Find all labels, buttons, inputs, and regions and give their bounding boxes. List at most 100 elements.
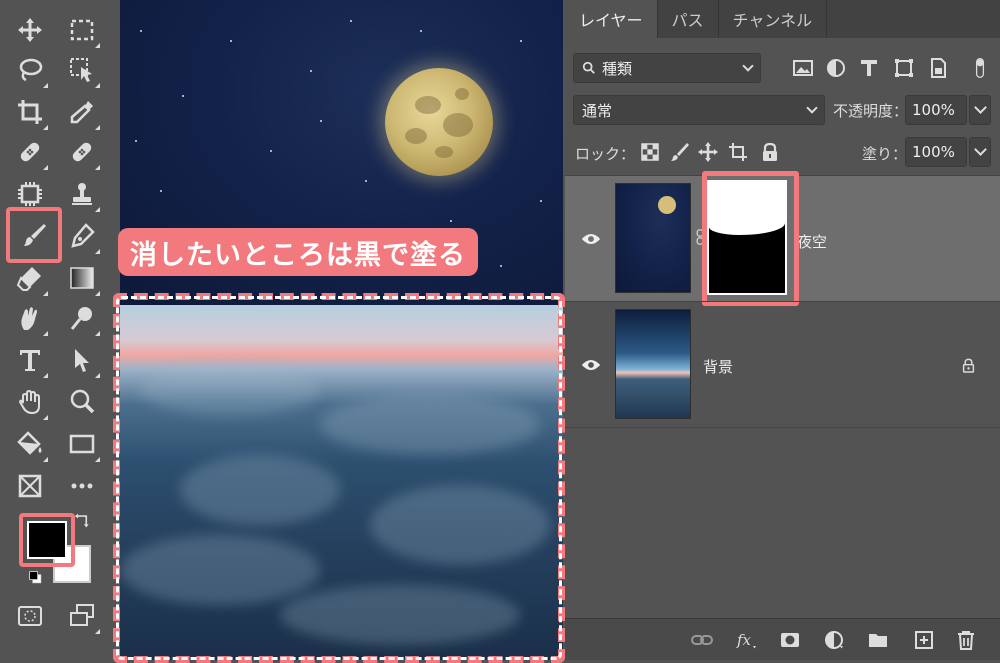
visibility-eye-icon[interactable] (579, 227, 603, 251)
type-tool[interactable] (10, 340, 50, 380)
lock-transparent-button[interactable] (637, 139, 663, 165)
spot-healing-tool[interactable] (10, 132, 50, 172)
gradient-tool[interactable] (62, 258, 102, 298)
default-colors[interactable] (26, 568, 46, 588)
layer-list-end (565, 427, 1000, 428)
layer-row-background[interactable]: 背景 (565, 301, 1000, 427)
link-layers-button[interactable] (689, 627, 715, 653)
new-layer-button[interactable] (911, 627, 937, 653)
filter-shape-button[interactable] (891, 55, 917, 81)
move-icon (18, 18, 42, 42)
layer-style-button[interactable]: fx (733, 627, 759, 653)
panel-tabs: レイヤー パス チャンネル (565, 0, 1000, 38)
rectangle-icon (69, 434, 95, 454)
stamp-tool[interactable] (62, 174, 102, 214)
default-colors-icon (29, 571, 42, 584)
smudge-icon (21, 307, 37, 330)
fill-input[interactable]: 100% (905, 137, 967, 167)
opacity-value: 100% (912, 101, 955, 119)
layer-filter-select[interactable]: 種類 (573, 53, 761, 83)
layer-lock-icon (962, 358, 975, 373)
more-tools[interactable] (62, 466, 102, 506)
smart-object-icon (931, 58, 946, 78)
crop-icon (18, 100, 42, 124)
type-icon-small (861, 60, 877, 76)
search-icon (582, 61, 595, 74)
smudge-tool[interactable] (10, 298, 50, 338)
stamp-icon (72, 183, 92, 205)
quick-mask-mode[interactable] (10, 596, 50, 636)
layer-thumbnail-background[interactable] (615, 309, 691, 419)
eraser-tool[interactable] (10, 258, 50, 298)
layer-thumbnail-night-sky[interactable] (615, 183, 691, 293)
folder-icon (869, 634, 887, 647)
object-select-icon (70, 58, 92, 82)
lock-icon (763, 142, 777, 161)
layer-mask-highlight (702, 171, 799, 306)
object-select-tool[interactable] (62, 50, 102, 90)
opacity-input[interactable]: 100% (905, 95, 967, 125)
pen-tool[interactable] (62, 216, 102, 256)
layer-name[interactable]: 夜空 (797, 231, 827, 252)
filter-adjustment-button[interactable] (823, 55, 849, 81)
fx-icon: fx (736, 631, 756, 649)
marquee-tool[interactable] (62, 10, 102, 50)
lock-pixels-button[interactable] (666, 139, 692, 165)
blend-mode-select[interactable]: 通常 (573, 95, 825, 125)
eyedropper-tool[interactable] (62, 92, 102, 132)
half-circle-icon (827, 59, 845, 77)
link-icon (691, 635, 713, 645)
tab-channels[interactable]: チャンネル (719, 0, 828, 38)
rectangle-tool[interactable] (62, 424, 102, 464)
swap-arrow-icon (74, 513, 89, 528)
tools-panel (0, 0, 112, 660)
plus-square-icon (915, 631, 933, 649)
adjustment-icon (825, 631, 843, 649)
bandage-icon (20, 142, 40, 162)
dodge-icon (70, 307, 92, 330)
add-mask-button[interactable] (777, 627, 803, 653)
screen-mode[interactable] (62, 596, 102, 636)
paint-bucket-tool[interactable] (10, 424, 50, 464)
quick-mask-icon (18, 606, 42, 626)
crop-tool[interactable] (10, 92, 50, 132)
lock-artboard-button[interactable] (725, 139, 751, 165)
brush-icon-small (671, 143, 689, 161)
path-select-tool[interactable] (62, 340, 102, 380)
fill-dropdown[interactable] (969, 137, 991, 167)
frame-tool[interactable] (10, 466, 50, 506)
delete-layer-button[interactable] (953, 627, 979, 653)
filter-toggle[interactable] (970, 55, 990, 81)
opacity-dropdown[interactable] (969, 95, 991, 125)
zoom-tool[interactable] (62, 382, 102, 422)
image-icon (793, 60, 813, 76)
paint-bucket-icon (17, 431, 42, 455)
layer-name[interactable]: 背景 (703, 356, 733, 377)
gradient-icon (70, 267, 94, 289)
tab-paths[interactable]: パス (658, 0, 719, 38)
move-tool[interactable] (10, 10, 50, 50)
hand-tool[interactable] (10, 382, 50, 422)
shape-icon (895, 59, 913, 77)
visibility-eye-icon[interactable] (579, 353, 603, 377)
filter-kind-label: 種類 (602, 59, 633, 78)
lock-label: ロック： (575, 145, 636, 163)
new-group-button[interactable] (865, 627, 891, 653)
eye-icon (581, 360, 601, 370)
filter-type-button[interactable] (856, 55, 882, 81)
filter-smart-object-button[interactable] (925, 55, 951, 81)
tab-layers[interactable]: レイヤー (565, 0, 658, 38)
lock-all-button[interactable] (757, 139, 783, 165)
filter-pixel-button[interactable] (790, 55, 816, 81)
lasso-tool[interactable] (10, 50, 50, 90)
dodge-tool[interactable] (62, 298, 102, 338)
healing-brush-tool[interactable] (62, 132, 102, 172)
adjustment-layer-button[interactable] (821, 627, 847, 653)
foreground-color-highlight (19, 513, 75, 567)
toggle-icon (975, 58, 985, 78)
lock-position-button[interactable] (695, 139, 721, 165)
more-icon (71, 483, 93, 489)
eye-icon (581, 234, 601, 244)
swap-colors[interactable] (72, 510, 94, 532)
screen-mode-icon (70, 604, 94, 626)
